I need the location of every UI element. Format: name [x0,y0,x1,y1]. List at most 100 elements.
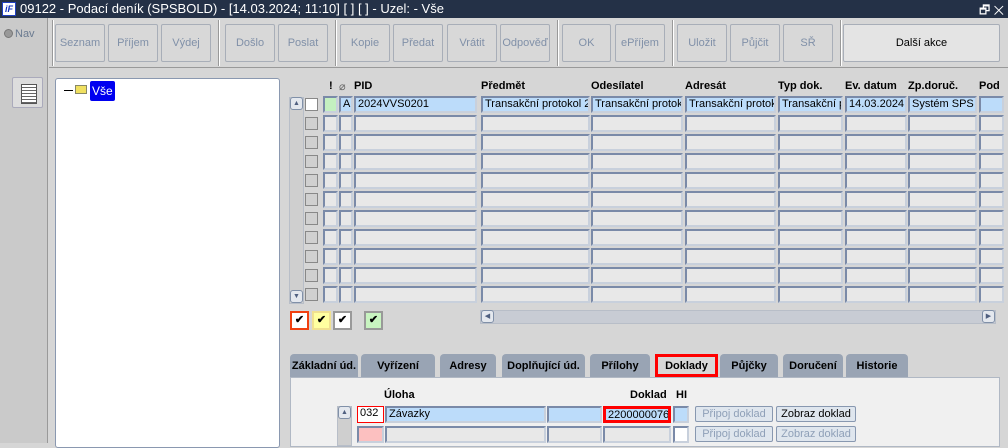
grid-cell-pod[interactable] [979,134,1004,151]
toolbar-button-odpověď[interactable]: Odpověď [500,24,550,62]
row-checkbox[interactable] [305,250,318,263]
grid-cell-odesilatel[interactable] [591,210,683,227]
hi-cell[interactable] [673,406,689,423]
grid-cell-predmet[interactable] [481,267,590,284]
grid-cell-pod[interactable] [979,96,1004,113]
grid-cell-predmet[interactable] [481,191,590,208]
toolbar-button-vrátit[interactable]: Vrátit [447,24,497,62]
grid-cell-datum[interactable] [845,229,907,246]
grid-cell-datum[interactable] [845,286,907,303]
grid-cell-predmet[interactable] [481,229,590,246]
grid-cell-pod[interactable] [979,286,1004,303]
grid-cell-typ[interactable]: Transakční protokol [778,96,843,113]
grid-cell-pid[interactable] [354,267,477,284]
scroll-down-button[interactable]: ▼ [290,290,303,303]
grid-cell-pid[interactable] [354,115,477,132]
grid-cell-odesilatel[interactable] [591,286,683,303]
row-checkbox[interactable] [305,212,318,225]
grid-cell-datum[interactable] [845,248,907,265]
uloha-cell[interactable] [385,426,546,443]
grid-cell-typ[interactable] [778,210,843,227]
grid-cell-pid[interactable] [354,286,477,303]
toolbar-button-seznam[interactable]: Seznam [55,24,105,62]
tab-6[interactable]: Půjčky [720,354,778,377]
toolbar-button-uložit[interactable]: Uložit [677,24,727,62]
tab-2[interactable]: Adresy [440,354,496,377]
grid-cell-adresat[interactable] [685,153,776,170]
grid-cell-adresat[interactable] [685,267,776,284]
grid-cell-datum[interactable] [845,153,907,170]
doklad-cell[interactable]: 2200000076 [603,406,671,423]
grid-cell-typ[interactable] [778,267,843,284]
grid-cell-pod[interactable] [979,267,1004,284]
tab-3[interactable]: Doplňující úd. [502,354,585,377]
grid-cell-typ[interactable] [778,115,843,132]
tab-1[interactable]: Vyřízení [361,354,435,377]
uloha-cell[interactable]: Závazky [385,406,546,423]
column-header[interactable]: Ev. datum [845,80,897,92]
toolbar-button-půjčit[interactable]: Půjčit [730,24,780,62]
column-header[interactable]: ! [329,80,333,92]
grid-cell-pid[interactable] [354,191,477,208]
toolbar-button-ok[interactable]: OK [562,24,611,62]
tree-node-vse[interactable]: Vše [90,81,115,101]
grid-cell-adresat[interactable] [685,134,776,151]
column-header[interactable]: Typ dok. [778,80,822,92]
filter-checkbox-2[interactable]: ✔ [333,311,352,330]
scroll-left-button[interactable]: ◀ [481,310,494,323]
grid-cell-zpusob[interactable] [908,153,977,170]
zobraz-doklad-button[interactable]: Zobraz doklad [776,426,856,442]
filter-checkbox-3[interactable]: ✔ [364,311,383,330]
toolbar-button-výdej[interactable]: Výdej [161,24,211,62]
grid-cell-zpusob[interactable]: Systém SPS [908,96,977,113]
column-header[interactable]: Předmět [481,80,525,92]
row-checkbox[interactable] [305,155,318,168]
grid-cell-odesilatel[interactable] [591,267,683,284]
row-checkbox[interactable] [305,288,318,301]
pripoj-doklad-button[interactable]: Připoj doklad [695,426,773,442]
column-header[interactable]: PID [354,80,372,92]
scroll-up-button[interactable]: ▲ [290,97,303,110]
grid-cell-typ[interactable] [778,153,843,170]
grid-cell-typ[interactable] [778,248,843,265]
row-checkbox[interactable] [305,231,318,244]
horizontal-scrollbar[interactable] [480,310,996,324]
toolbar-button-kopie[interactable]: Kopie [340,24,390,62]
grid-cell-datum[interactable] [845,267,907,284]
grid-cell-datum[interactable] [845,172,907,189]
grid-cell-adresat[interactable] [685,286,776,303]
hi-cell[interactable] [673,426,689,443]
grid-cell-zpusob[interactable] [908,172,977,189]
grid-cell-pid[interactable]: 2024VVS0201 [354,96,477,113]
column-header[interactable]: Zp.doruč. [908,80,958,92]
tab-4[interactable]: Přílohy [590,354,650,377]
grid-cell-adresat[interactable] [685,172,776,189]
grid-cell-predmet[interactable] [481,153,590,170]
tab-5[interactable]: Doklady [655,354,718,377]
grid-cell-pod[interactable] [979,172,1004,189]
document-icon-button[interactable] [12,77,43,108]
grid-cell-zpusob[interactable] [908,286,977,303]
toolbar-button-další-akce[interactable]: Další akce [843,24,1000,62]
grid-cell-odesilatel[interactable] [591,248,683,265]
grid-cell-pod[interactable] [979,115,1004,132]
grid-cell-zpusob[interactable] [908,210,977,227]
grid-cell-odesilatel[interactable] [591,229,683,246]
grid-cell-zpusob[interactable] [908,191,977,208]
window-controls[interactable]: 🗗 ✕ [979,1,1004,22]
row-checkbox[interactable] [305,136,318,149]
grid-cell-datum[interactable]: 14.03.2024 [845,96,907,113]
vertical-scrollbar[interactable] [289,97,304,304]
grid-cell-odesilatel[interactable] [591,172,683,189]
grid-cell-typ[interactable] [778,229,843,246]
grid-cell-datum[interactable] [845,191,907,208]
grid-cell-odesilatel[interactable] [591,115,683,132]
grid-cell-zpusob[interactable] [908,134,977,151]
blank-cell[interactable] [547,406,602,423]
grid-cell-odesilatel[interactable] [591,134,683,151]
grid-cell-adresat[interactable]: Transakční protokol [685,96,776,113]
grid-cell-zpusob[interactable] [908,267,977,284]
doklad-cell[interactable] [603,426,671,443]
grid-cell-pid[interactable] [354,153,477,170]
grid-cell-pod[interactable] [979,210,1004,227]
